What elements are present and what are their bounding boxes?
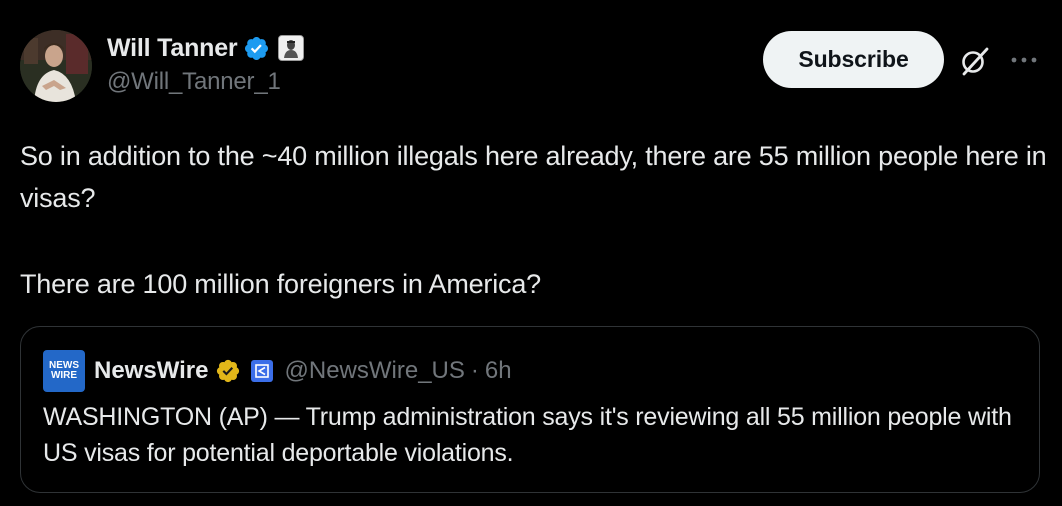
tweet: Will Tanner @Will_Tanner_1 Subscribe So …: [0, 0, 1062, 506]
quoted-author-name[interactable]: NewsWire: [94, 357, 209, 385]
quoted-tweet-text: WASHINGTON (AP) — Trump administration s…: [43, 403, 1012, 467]
quoted-author-avatar[interactable]: NEWS WIRE: [43, 350, 85, 392]
tweet-paragraph: So in addition to the ~40 million illega…: [20, 141, 1047, 213]
avatar-image: [20, 30, 92, 102]
avatar-text-line: WIRE: [50, 370, 78, 381]
separator-dot: ·: [470, 357, 479, 384]
author-info: Will Tanner @Will_Tanner_1: [107, 30, 305, 96]
affiliate-badge-icon[interactable]: [278, 35, 305, 61]
author-handle[interactable]: @Will_Tanner_1: [107, 68, 304, 96]
author-avatar[interactable]: [20, 30, 92, 102]
more-icon[interactable]: [1006, 48, 1042, 72]
affiliate-badge-icon[interactable]: [250, 360, 273, 382]
tweet-text: So in addition to the ~40 million illega…: [20, 135, 1050, 305]
author-display-name[interactable]: Will Tanner: [107, 34, 238, 63]
quoted-author-handle[interactable]: @NewsWire_US: [285, 357, 465, 385]
subscribe-button[interactable]: Subscribe: [763, 31, 944, 88]
tweet-paragraph: There are 100 million foreigners in Amer…: [20, 269, 541, 299]
grok-icon[interactable]: [958, 44, 992, 78]
author-name-row: Will Tanner: [107, 30, 305, 66]
quoted-tweet-card[interactable]: NEWS WIRE NewsWire @NewsWire_US · 6h WAS…: [20, 326, 1040, 493]
verified-badge-icon[interactable]: [243, 35, 270, 62]
quoted-tweet-time[interactable]: 6h: [485, 357, 512, 385]
quoted-tweet-header: NEWS WIRE NewsWire @NewsWire_US · 6h: [43, 350, 512, 392]
verified-org-badge-icon[interactable]: [215, 358, 241, 384]
